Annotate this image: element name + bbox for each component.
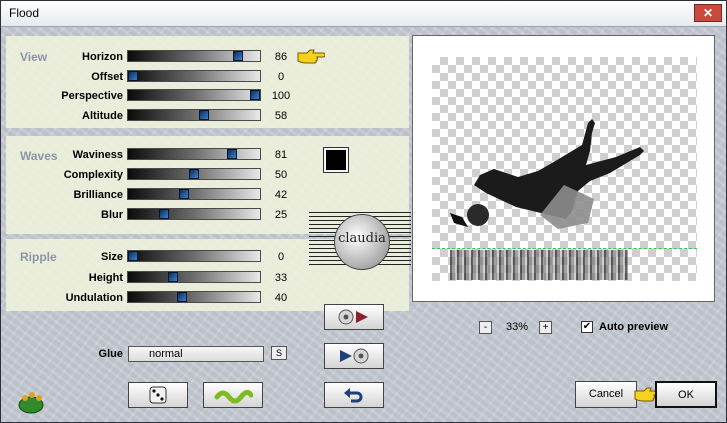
- complexity-slider[interactable]: [127, 168, 261, 180]
- zoom-level: 33%: [505, 321, 529, 333]
- dice-icon: [149, 386, 167, 404]
- size-label: Size: [100, 251, 123, 263]
- preview-play-icon: [338, 309, 368, 325]
- zoom-out-button[interactable]: -: [479, 321, 492, 334]
- preview-figure-image: [450, 119, 644, 229]
- height-slider-thumb[interactable]: [168, 272, 179, 282]
- watermark-text: claudia: [338, 231, 386, 246]
- window-title: Flood: [9, 6, 40, 20]
- blur-slider[interactable]: [127, 208, 261, 220]
- undulation-slider[interactable]: [127, 291, 261, 303]
- horizon-label: Horizon: [82, 51, 123, 63]
- horizon-value: 86: [274, 51, 288, 63]
- frog-logo-icon: [18, 392, 44, 414]
- play-preview-icon: [340, 348, 369, 364]
- size-slider-thumb[interactable]: [128, 251, 138, 261]
- altitude-slider[interactable]: [127, 109, 261, 121]
- auto-preview-label: Auto preview: [599, 321, 669, 333]
- close-button[interactable]: ✕: [694, 4, 722, 22]
- blur-label: Blur: [101, 209, 123, 221]
- perspective-value: 100: [271, 90, 291, 102]
- randomize-button[interactable]: [128, 382, 188, 408]
- height-label: Height: [88, 272, 123, 284]
- size-slider[interactable]: [127, 250, 261, 262]
- perspective-slider[interactable]: [127, 89, 261, 101]
- complexity-value: 50: [274, 169, 288, 181]
- undo-icon: [344, 388, 363, 403]
- height-slider[interactable]: [127, 271, 261, 283]
- play-preview-button[interactable]: [324, 343, 384, 369]
- undulation-slider-thumb[interactable]: [176, 292, 187, 302]
- horizon-slider[interactable]: [127, 50, 261, 62]
- waviness-value: 81: [274, 149, 288, 161]
- size-value: 0: [277, 251, 285, 263]
- brilliance-label: Brilliance: [73, 189, 123, 201]
- glue-s-button[interactable]: S: [271, 346, 287, 360]
- offset-value: 0: [277, 71, 285, 83]
- wave-preset-button[interactable]: [203, 382, 263, 408]
- watermark-disc: claudia: [334, 214, 390, 270]
- glue-value: normal: [149, 348, 183, 360]
- waviness-slider[interactable]: [127, 148, 261, 160]
- waviness-label: Waviness: [72, 149, 123, 161]
- blur-slider-thumb[interactable]: [158, 209, 169, 219]
- undulation-label: Undulation: [65, 292, 123, 304]
- zoom-in-button[interactable]: +: [539, 321, 552, 334]
- horizon-slider-thumb[interactable]: [232, 51, 243, 61]
- complexity-slider-thumb[interactable]: [189, 169, 199, 179]
- preview-canvas[interactable]: [432, 57, 697, 281]
- glue-select[interactable]: normal: [128, 346, 264, 362]
- glue-label: Glue: [98, 348, 123, 360]
- perspective-label: Perspective: [61, 90, 123, 102]
- perspective-slider-thumb[interactable]: [250, 90, 260, 100]
- wave-icon: [214, 389, 254, 404]
- complexity-label: Complexity: [63, 169, 123, 181]
- undo-button[interactable]: [324, 382, 384, 408]
- altitude-value: 58: [274, 110, 288, 122]
- height-value: 33: [274, 272, 288, 284]
- pointing-hand-icon: [297, 49, 325, 64]
- offset-label: Offset: [91, 71, 123, 83]
- altitude-label: Altitude: [82, 110, 123, 122]
- brilliance-slider-thumb[interactable]: [179, 189, 190, 199]
- cancel-button[interactable]: Cancel: [575, 381, 637, 408]
- brilliance-value: 42: [274, 189, 288, 201]
- altitude-slider-thumb[interactable]: [198, 110, 209, 120]
- offset-slider-thumb[interactable]: [128, 71, 138, 81]
- undulation-value: 40: [274, 292, 288, 304]
- preview-play-button[interactable]: [324, 304, 384, 330]
- waviness-slider-thumb[interactable]: [226, 149, 237, 159]
- blur-value: 25: [274, 209, 288, 221]
- wave-color-swatch[interactable]: [324, 148, 348, 172]
- brilliance-slider[interactable]: [127, 188, 261, 200]
- ok-button[interactable]: OK: [655, 381, 717, 408]
- watermark-badge: claudia: [309, 212, 411, 270]
- flood-dialog: Flood ✕ View Waves Ripple Horizon 86 Off…: [0, 0, 727, 423]
- auto-preview-checkbox[interactable]: ✔: [581, 321, 593, 333]
- offset-slider[interactable]: [127, 70, 261, 82]
- title-bar: Flood ✕: [1, 1, 726, 27]
- preview-panel[interactable]: [412, 35, 715, 302]
